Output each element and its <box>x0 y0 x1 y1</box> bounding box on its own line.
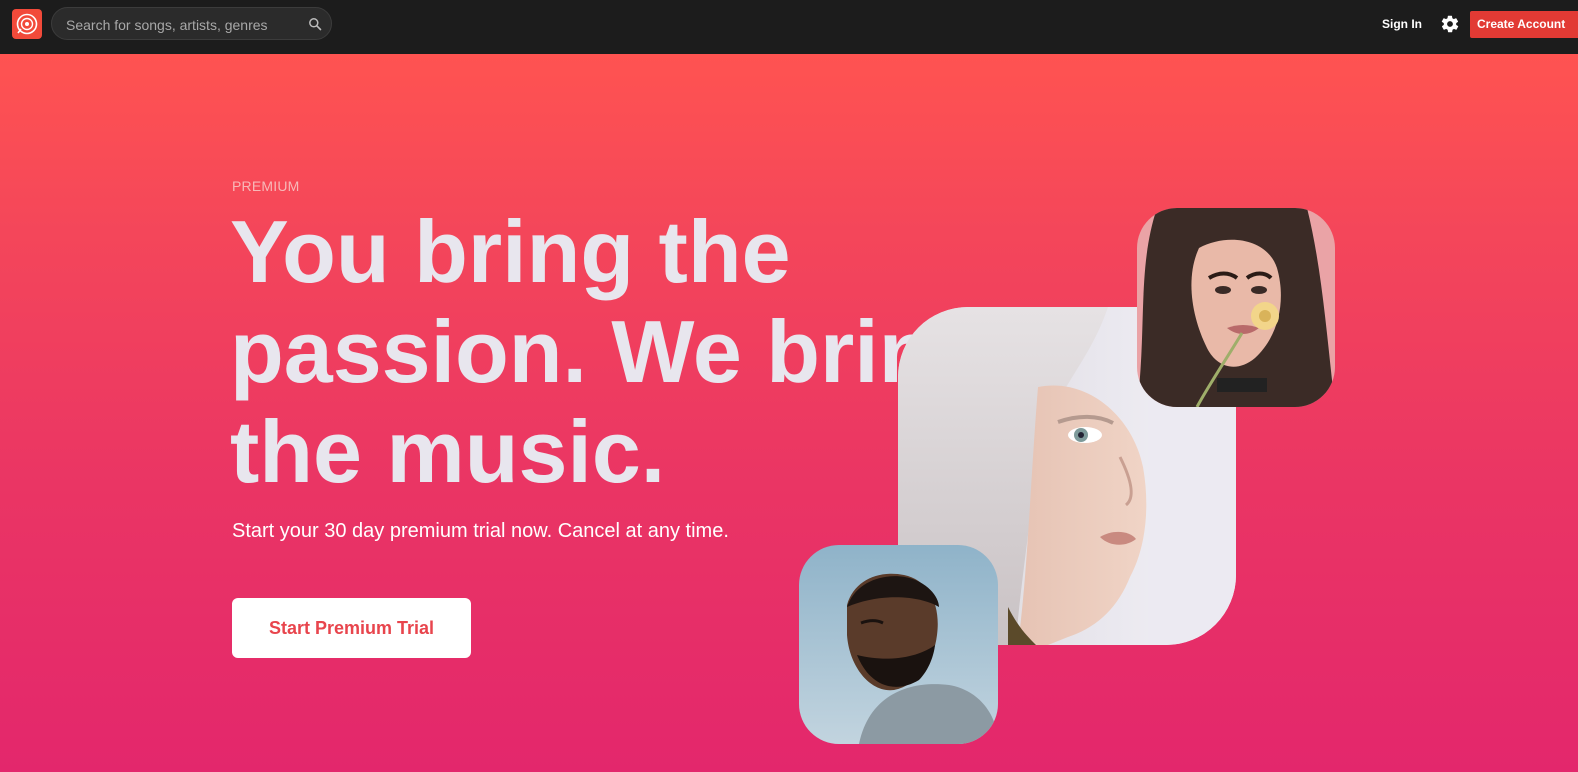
hero-subtitle: Start your 30 day premium trial now. Can… <box>232 520 729 542</box>
hero-headline: You bring the passion. We bring the musi… <box>230 202 987 502</box>
artist-photo-top-right <box>1137 208 1335 407</box>
create-account-button[interactable]: Create Account <box>1470 11 1578 38</box>
sign-in-button[interactable]: Sign In <box>1372 14 1432 34</box>
gear-icon[interactable] <box>1440 14 1460 34</box>
headline-line-2: passion. We bring <box>230 302 987 401</box>
section-eyebrow: PREMIUM <box>232 178 300 194</box>
headline-line-1: You bring the <box>230 202 791 301</box>
vinyl-record-icon[interactable] <box>12 9 42 39</box>
top-navigation-bar: Sign In Create Account <box>0 0 1578 54</box>
premium-hero-section: PREMIUM You bring the passion. We bring … <box>0 54 1578 772</box>
search-input[interactable] <box>64 8 303 41</box>
artist-photo-bottom-left <box>799 545 998 744</box>
headline-line-3: the music. <box>230 402 666 501</box>
search-bar[interactable] <box>51 7 332 41</box>
start-premium-trial-button[interactable]: Start Premium Trial <box>232 598 471 658</box>
search-icon[interactable] <box>308 17 322 31</box>
